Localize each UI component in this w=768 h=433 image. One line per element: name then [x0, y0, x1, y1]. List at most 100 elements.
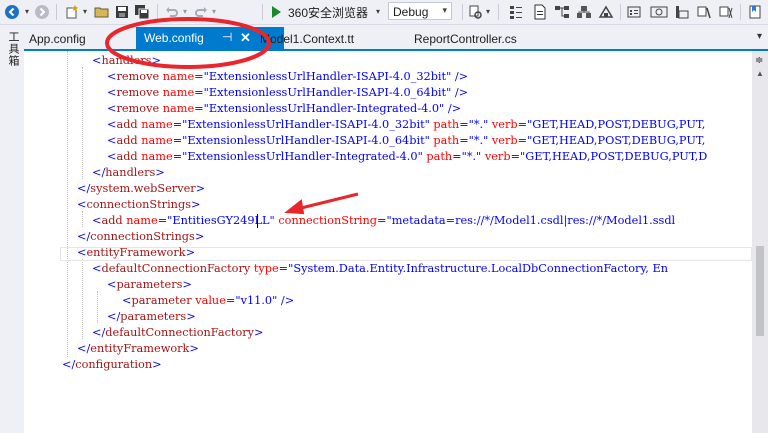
toolbox-tab[interactable]: 工具箱 — [5, 31, 21, 67]
code-token: verb — [491, 134, 518, 147]
code-token: "GET,HEAD,POST,DEBUG,PUT, — [527, 134, 706, 147]
undo-dropdown-icon[interactable]: ▾ — [181, 3, 189, 20]
code-editor[interactable]: <handlers> <remove name="ExtensionlessUrl… — [24, 51, 752, 433]
properties-icon[interactable] — [626, 3, 642, 20]
code-token: = — [278, 262, 289, 275]
redo-dropdown-icon[interactable]: ▾ — [210, 3, 218, 20]
code-token: connectionString — [278, 214, 378, 227]
vertical-scrollbar[interactable]: ≑ ▲ — [752, 51, 768, 433]
code-line: <entityFramework> — [77, 245, 195, 261]
new-dropdown-icon[interactable]: ▾ — [81, 3, 89, 20]
code-token: "ExtensionlessUrlHandler-ISAPI-4.0_64bit… — [182, 134, 430, 147]
code-token: </ — [92, 166, 106, 179]
code-token: configuration — [75, 358, 153, 371]
undo-icon[interactable] — [163, 3, 181, 20]
tab-list-dropdown-icon[interactable]: ▾ — [757, 31, 762, 42]
code-line: </connectionStrings> — [77, 229, 204, 245]
code-token: /> — [454, 86, 469, 99]
code-token: connectionStrings — [90, 230, 195, 243]
code-token: add — [116, 118, 138, 131]
web-browser-icon[interactable] — [650, 3, 668, 20]
text-cursor — [257, 214, 258, 228]
bookmark-icon[interactable] — [746, 3, 764, 20]
indent-guide — [67, 51, 69, 357]
code-token: remove — [116, 86, 160, 99]
configuration-value: Debug — [393, 5, 429, 19]
code-token: > — [191, 198, 201, 211]
new-project-icon[interactable] — [63, 3, 81, 20]
close-icon[interactable]: ✕ — [240, 30, 251, 46]
code-token: "ExtensionlessUrlHandler-Integrated-4.0" — [203, 102, 445, 115]
code-token: add — [116, 150, 138, 163]
class-view-icon[interactable] — [576, 3, 592, 20]
tab-app-config[interactable]: App.config — [27, 29, 103, 49]
split-window-icon[interactable]: ≑ — [755, 55, 763, 66]
code-token: "ExtensionlessUrlHandler-ISAPI-4.0_32bit… — [182, 118, 430, 131]
scrollbar-thumb[interactable] — [756, 246, 764, 336]
code-token: /> — [447, 102, 462, 115]
forward-icon[interactable] — [33, 3, 51, 20]
code-token: path — [433, 134, 460, 147]
browser-dropdown-icon[interactable]: ▾ — [374, 3, 382, 20]
code-token: add — [101, 214, 123, 227]
code-token: "*." — [468, 134, 489, 147]
tab-label: Web.config — [144, 31, 204, 45]
code-token: parameters — [116, 278, 183, 291]
editor-margin — [24, 51, 55, 433]
browser-select-label[interactable]: 360安全浏览器 — [288, 4, 368, 21]
redo-icon[interactable] — [192, 3, 210, 20]
server-explorer-icon[interactable] — [598, 3, 614, 20]
code-token: = — [459, 118, 469, 131]
document-icon[interactable] — [532, 3, 548, 20]
save-icon[interactable] — [113, 3, 131, 20]
code-token: name — [141, 134, 173, 147]
find-in-files-icon[interactable] — [468, 3, 484, 20]
code-token: > — [185, 246, 196, 259]
back-dropdown-icon[interactable]: ▾ — [22, 3, 32, 20]
chevron-down-icon: ▾ — [442, 5, 447, 15]
code-token: > — [195, 182, 206, 195]
code-line: <remove name="ExtensionlessUrlHandler-In… — [107, 101, 461, 117]
code-line: <parameter value="v11.0" /> — [122, 293, 294, 309]
pin-icon[interactable]: ⊣ — [222, 30, 232, 44]
save-all-icon[interactable] — [133, 3, 151, 20]
code-token: = — [194, 70, 204, 83]
toolbox-rail: 工具箱 — [0, 25, 25, 433]
start-debug-icon[interactable] — [268, 3, 284, 20]
tab-label: Model1.Context.tt — [260, 32, 355, 46]
tab-model1-context[interactable]: Model1.Context.tt — [260, 29, 380, 49]
code-token: > — [194, 230, 205, 243]
solution-configuration-select[interactable]: Debug ▾ — [388, 2, 452, 20]
code-line: <remove name="ExtensionlessUrlHandler-IS… — [107, 85, 468, 101]
code-token: </ — [92, 326, 106, 339]
tab-report-controller[interactable]: ReportController.cs — [414, 29, 544, 49]
code-token: /> — [280, 294, 295, 307]
code-line: <add name="ExtensionlessUrlHandler-ISAPI… — [107, 117, 705, 133]
code-token: parameter — [131, 294, 192, 307]
code-token: </ — [77, 342, 91, 355]
comment-icon[interactable] — [696, 3, 712, 20]
indent-guide — [82, 259, 84, 339]
code-token: = — [172, 150, 183, 163]
code-token: name — [141, 150, 173, 163]
team-explorer-icon[interactable] — [674, 3, 690, 20]
scroll-up-icon[interactable]: ▲ — [756, 69, 764, 78]
code-token: "ExtensionlessUrlHandler-ISAPI-4.0_32bit… — [203, 70, 452, 83]
main-toolbar: ▾ ▾ ▾ ▾ 360安全浏览器 ▾ Debug ▾ ▾ — [0, 0, 768, 25]
code-token: handlers — [101, 54, 152, 67]
find-dropdown-icon[interactable]: ▾ — [484, 3, 492, 20]
code-line: <remove name="ExtensionlessUrlHandler-IS… — [107, 69, 468, 85]
back-icon[interactable] — [3, 3, 21, 20]
code-token: handlers — [105, 166, 156, 179]
hierarchy-icon[interactable] — [554, 3, 570, 20]
code-line: <add name="ExtensionlessUrlHandler-ISAPI… — [107, 133, 705, 149]
code-token: = — [172, 134, 183, 147]
code-token: name — [141, 118, 173, 131]
outline-icon[interactable] — [508, 3, 524, 20]
code-token: entityFramework — [86, 246, 186, 259]
uncomment-icon[interactable] — [718, 3, 734, 20]
open-file-icon[interactable] — [93, 3, 111, 20]
code-token: "*." — [468, 118, 489, 131]
toolbar-separator — [262, 4, 263, 20]
code-token: "System.Data.Entity.Infrastructure.Local… — [288, 262, 668, 275]
